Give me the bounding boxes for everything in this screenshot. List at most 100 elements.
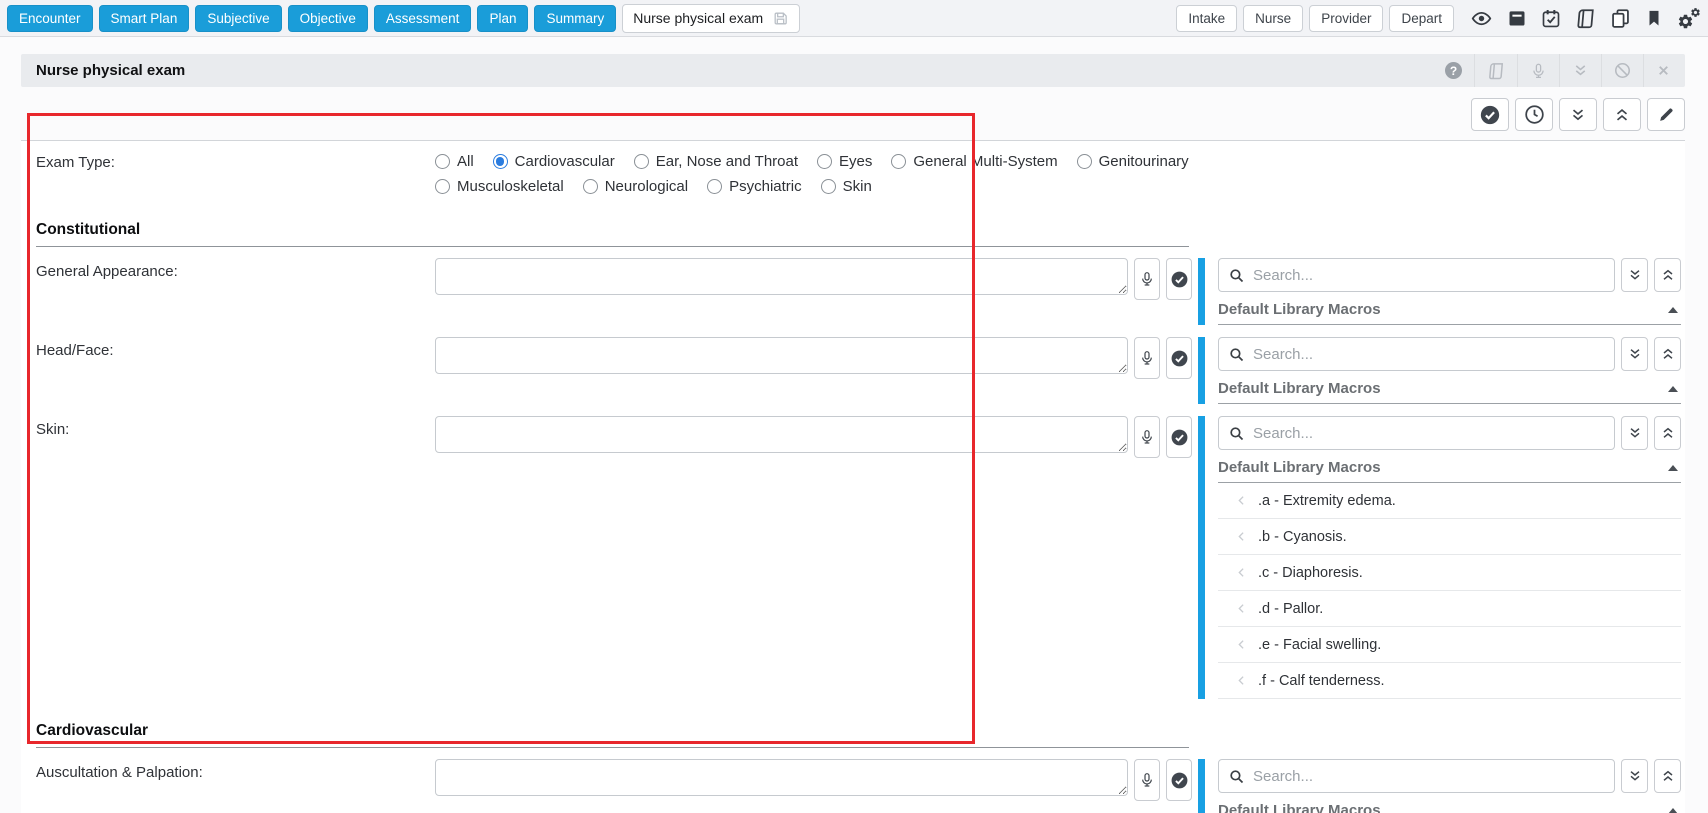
tab-nurse-physical-exam[interactable]: Nurse physical exam: [622, 4, 800, 33]
radio-circle[interactable]: [707, 179, 722, 194]
expand-macros-button[interactable]: [1621, 337, 1648, 371]
field-label: Auscultation & Palpation:: [36, 759, 435, 813]
double-chevron-down-icon: [1627, 768, 1643, 784]
nav-button-objective[interactable]: Objective: [288, 5, 368, 32]
book-icon[interactable]: [1474, 54, 1517, 87]
note-textarea[interactable]: [435, 258, 1128, 295]
macros-group-header[interactable]: Default Library Macros: [1218, 380, 1681, 404]
collapse-macros-button[interactable]: [1654, 258, 1681, 292]
exam-type-radio-genitourinary[interactable]: Genitourinary: [1077, 153, 1189, 170]
exam-type-radio-ear-nose-throat[interactable]: Ear, Nose and Throat: [634, 153, 798, 170]
stage-button-provider[interactable]: Provider: [1309, 5, 1383, 32]
confirm-button[interactable]: [1166, 258, 1192, 300]
double-chevron-down-icon[interactable]: [1559, 54, 1601, 87]
confirm-button[interactable]: [1166, 416, 1192, 458]
exam-type-radio-all[interactable]: All: [435, 153, 474, 170]
dictate-button[interactable]: [1134, 258, 1160, 300]
nav-button-encounter[interactable]: Encounter: [7, 5, 93, 32]
mic-icon[interactable]: [1517, 54, 1559, 87]
bookmark-icon[interactable]: [1645, 8, 1663, 28]
expand-macros-button[interactable]: [1621, 759, 1648, 793]
radio-circle[interactable]: [435, 179, 450, 194]
check-circle-icon: [1170, 270, 1189, 289]
macro-search: [1218, 759, 1615, 793]
copy-icon[interactable]: [1610, 8, 1631, 29]
radio-circle[interactable]: [891, 154, 906, 169]
collapse-macros-button[interactable]: [1654, 759, 1681, 793]
clock-icon: [1524, 104, 1545, 125]
exam-type-radio-skin[interactable]: Skin: [821, 178, 872, 195]
confirm-button[interactable]: [1166, 337, 1192, 379]
radio-circle[interactable]: [634, 154, 649, 169]
macro-search-input[interactable]: [1253, 267, 1605, 284]
pencil-icon: [1657, 105, 1676, 124]
macros-panel: Default Library Macros: [1198, 337, 1681, 404]
stage-button-depart[interactable]: Depart: [1389, 5, 1454, 32]
stage-button-intake[interactable]: Intake: [1176, 5, 1237, 32]
radio-circle[interactable]: [435, 154, 450, 169]
collapse-macros-button[interactable]: [1654, 416, 1681, 450]
close-icon[interactable]: [1643, 54, 1683, 87]
nav-button-smart-plan[interactable]: Smart Plan: [99, 5, 190, 32]
gears-icon[interactable]: [1677, 7, 1701, 30]
expand-all-sections-button[interactable]: [1559, 98, 1597, 131]
nav-button-assessment[interactable]: Assessment: [374, 5, 472, 32]
exam-type-row: Exam Type: All Cardiovascular Ear, Nose …: [36, 141, 1681, 205]
macros-group-header[interactable]: Default Library Macros: [1218, 459, 1681, 483]
calendar-check-icon[interactable]: [1541, 8, 1561, 29]
macro-search-input[interactable]: [1253, 425, 1605, 442]
panel-header: Nurse physical exam ?: [21, 54, 1685, 87]
history-button[interactable]: [1515, 98, 1553, 131]
macro-search-input[interactable]: [1253, 346, 1605, 363]
exam-type-radio-cardiovascular[interactable]: Cardiovascular: [493, 153, 615, 170]
panel-actions: [21, 87, 1685, 140]
field-row-skin: Skin: Default Library Macros: [36, 411, 1681, 706]
note-textarea[interactable]: [435, 337, 1128, 374]
collapse-all-sections-button[interactable]: [1603, 98, 1641, 131]
radio-circle[interactable]: [817, 154, 832, 169]
exam-type-radio-neurological[interactable]: Neurological: [583, 178, 688, 195]
complete-button[interactable]: [1471, 98, 1509, 131]
book-icon[interactable]: [1575, 8, 1596, 29]
expand-macros-button[interactable]: [1621, 416, 1648, 450]
confirm-button[interactable]: [1166, 759, 1192, 801]
ban-icon[interactable]: [1601, 54, 1643, 87]
macro-item[interactable]: .b - Cyanosis.: [1218, 519, 1681, 555]
nav-button-subjective[interactable]: Subjective: [195, 5, 281, 32]
eye-icon[interactable]: [1470, 8, 1493, 29]
note-textarea[interactable]: [435, 759, 1128, 796]
radio-circle[interactable]: [493, 154, 508, 169]
radio-circle[interactable]: [821, 179, 836, 194]
exam-type-radio-eyes[interactable]: Eyes: [817, 153, 872, 170]
macro-item[interactable]: .d - Pallor.: [1218, 591, 1681, 627]
stage-button-nurse[interactable]: Nurse: [1243, 5, 1303, 32]
macro-item[interactable]: .a - Extremity edema.: [1218, 483, 1681, 519]
check-circle-icon: [1170, 349, 1189, 368]
radio-circle[interactable]: [1077, 154, 1092, 169]
expand-macros-button[interactable]: [1621, 258, 1648, 292]
macro-item[interactable]: .e - Facial swelling.: [1218, 627, 1681, 663]
macros-group-header[interactable]: Default Library Macros: [1218, 802, 1681, 813]
dictate-button[interactable]: [1134, 759, 1160, 801]
edit-button[interactable]: [1647, 98, 1685, 131]
macros-group-header[interactable]: Default Library Macros: [1218, 301, 1681, 325]
macro-search-input[interactable]: [1253, 768, 1605, 785]
collapse-macros-button[interactable]: [1654, 337, 1681, 371]
macro-item[interactable]: .f - Calf tenderness.: [1218, 663, 1681, 699]
dictate-button[interactable]: [1134, 337, 1160, 379]
macros-panel: Default Library Macros .a - Extremity ed…: [1198, 416, 1681, 699]
nav-button-plan[interactable]: Plan: [477, 5, 528, 32]
exam-type-radio-general-multi-system[interactable]: General Multi-System: [891, 153, 1057, 170]
exam-type-radio-psychiatric[interactable]: Psychiatric: [707, 178, 802, 195]
note-textarea[interactable]: [435, 416, 1128, 453]
field-row-general-appearance: General Appearance: Default Library Macr…: [36, 253, 1681, 332]
archive-icon[interactable]: [1507, 8, 1527, 28]
exam-type-radio-musculoskeletal[interactable]: Musculoskeletal: [435, 178, 564, 195]
dictate-button[interactable]: [1134, 416, 1160, 458]
help-icon[interactable]: ?: [1433, 54, 1474, 87]
nav-button-summary[interactable]: Summary: [534, 5, 616, 32]
macro-item[interactable]: .c - Diaphoresis.: [1218, 555, 1681, 591]
radio-circle[interactable]: [583, 179, 598, 194]
macro-search: [1218, 337, 1615, 371]
double-chevron-up-icon: [1660, 267, 1676, 283]
